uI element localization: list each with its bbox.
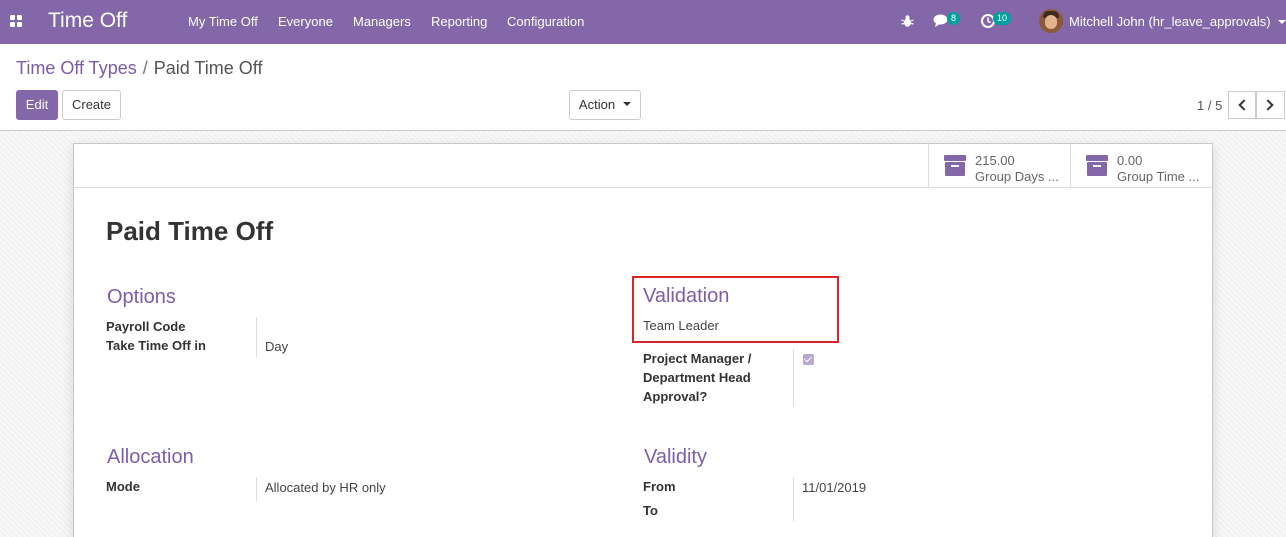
app-title[interactable]: Time Off [48,9,127,33]
field-separator [793,477,794,521]
chevron-down-icon[interactable] [1278,20,1286,24]
apps-grid-icon[interactable] [10,15,22,27]
field-separator [256,477,257,501]
menu-configuration[interactable]: Configuration [507,14,584,29]
stat-value: 215.00 [975,153,1015,168]
group-days-button[interactable]: 215.00 Group Days ... [928,144,1070,188]
bug-icon[interactable] [901,14,914,28]
pager-value[interactable]: 1 / 5 [1197,98,1222,113]
action-label: Action [578,97,616,112]
menu-everyone[interactable]: Everyone [278,14,333,29]
to-label: To [643,503,658,518]
pager-previous-button[interactable] [1228,91,1256,119]
menu-reporting[interactable]: Reporting [431,14,487,29]
pager-next-button[interactable] [1256,91,1285,119]
field-separator [256,317,257,357]
user-avatar[interactable] [1039,9,1063,33]
options-group-title: Options [107,286,176,308]
chevron-left-icon [1238,99,1250,111]
validation-value[interactable]: Team Leader [643,318,719,333]
stat-label: Group Days ... [975,169,1059,184]
breadcrumb-parent[interactable]: Time Off Types [16,58,137,78]
mode-label: Mode [106,479,140,494]
from-value[interactable]: 11/01/2019 [802,480,866,495]
menu-managers[interactable]: Managers [353,14,411,29]
record-title: Paid Time Off [106,216,274,246]
breadcrumb: Time Off Types / Paid Time Off [16,58,262,79]
edit-button[interactable]: Edit [16,90,58,120]
validation-group-title: Validation [643,285,730,307]
messages-badge: 8 [947,12,961,25]
mode-value[interactable]: Allocated by HR only [265,480,386,495]
user-menu[interactable]: Mitchell John (hr_leave_approvals) [1069,14,1271,29]
archive-icon [1086,155,1108,177]
top-navbar: Time Off My Time Off Everyone Managers R… [0,0,1286,44]
allocation-group-title: Allocation [107,446,194,468]
stat-label: Group Time ... [1117,169,1200,184]
validity-group-title: Validity [644,446,707,468]
create-button[interactable]: Create [62,90,121,120]
take-time-off-label: Take Time Off in [106,338,206,353]
breadcrumb-current: Paid Time Off [153,58,263,78]
activities-badge: 10 [993,12,1012,25]
caret-down-icon [623,101,632,106]
smart-button-box: 215.00 Group Days ... 0.00 Group Time ..… [74,144,1212,188]
take-time-off-value[interactable]: Day [265,339,288,354]
field-separator [793,349,794,407]
breadcrumb-separator: / [142,58,148,78]
form-sheet: 215.00 Group Days ... 0.00 Group Time ..… [73,143,1213,537]
chat-icon[interactable] [933,14,948,27]
menu-my-time-off[interactable]: My Time Off [188,14,258,29]
group-time-button[interactable]: 0.00 Group Time ... [1070,144,1212,188]
approval-checkbox[interactable] [803,354,814,365]
approval-label: Project Manager / Department Head Approv… [643,351,752,404]
stat-value: 0.00 [1117,153,1143,168]
from-label: From [643,479,676,494]
action-dropdown[interactable]: Action [569,90,641,120]
archive-icon [944,155,966,177]
payroll-code-label: Payroll Code [106,319,186,334]
chevron-right-icon [1262,99,1274,111]
